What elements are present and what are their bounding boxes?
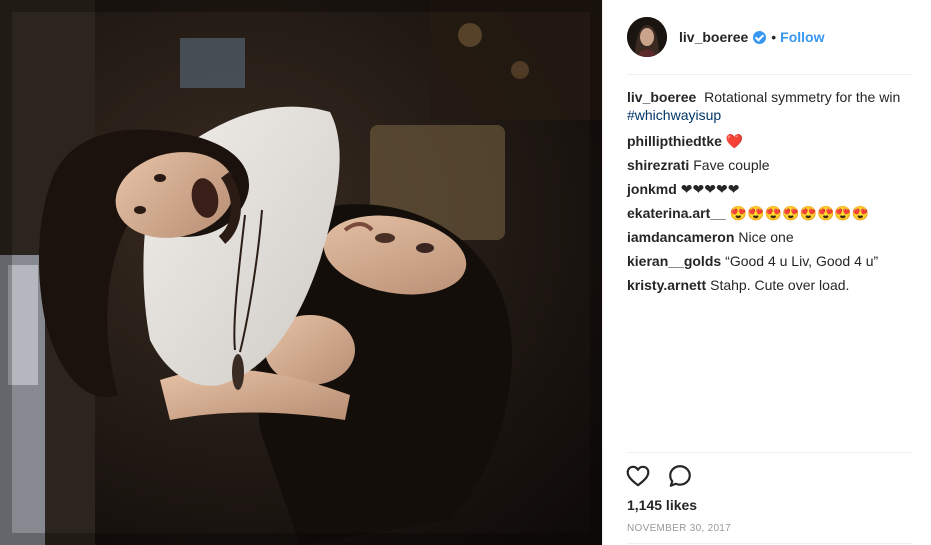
header-divider xyxy=(627,74,913,75)
comment-username[interactable]: iamdancameron xyxy=(627,229,734,245)
action-bar xyxy=(625,463,693,489)
caption-hashtag[interactable]: #whichwayisup xyxy=(627,107,721,123)
follow-button[interactable]: Follow xyxy=(780,29,824,45)
caption-username[interactable]: liv_boeree xyxy=(627,89,696,105)
caption: liv_boeree Rotational symmetry for the w… xyxy=(627,88,913,124)
post-sidebar: liv_boeree • Follow liv_boeree Rotationa… xyxy=(602,0,931,545)
comment-text: ❤❤❤❤❤ xyxy=(680,181,740,197)
post-photo[interactable] xyxy=(0,0,602,545)
header-username[interactable]: liv_boeree xyxy=(679,29,748,45)
post-header: liv_boeree • Follow xyxy=(603,0,913,74)
comment-text: Nice one xyxy=(738,229,794,245)
photo-illustration xyxy=(0,0,602,545)
actions-divider xyxy=(627,452,913,453)
comment-text: 😍😍😍😍😍😍😍😍 xyxy=(729,205,870,221)
avatar-image xyxy=(627,17,667,57)
header-separator: • xyxy=(771,29,777,45)
comment-item: kieran__golds “Good 4 u Liv, Good 4 u” xyxy=(627,252,913,270)
comment-item: jonkmd ❤❤❤❤❤ xyxy=(627,180,913,198)
comment-text: “Good 4 u Liv, Good 4 u” xyxy=(725,253,879,269)
comment-username[interactable]: jonkmd xyxy=(627,181,677,197)
comment-username[interactable]: shirezrati xyxy=(627,157,689,173)
comment-item: ekaterina.art__ 😍😍😍😍😍😍😍😍 xyxy=(627,204,913,222)
comment-text: Stahp. Cute over load. xyxy=(710,277,850,293)
heart-outline-icon[interactable] xyxy=(625,463,651,489)
comment-item: phillipthiedtke ❤️ xyxy=(627,132,913,150)
post-date[interactable]: NOVEMBER 30, 2017 xyxy=(627,523,731,534)
speech-bubble-icon[interactable] xyxy=(667,463,693,489)
comment-username[interactable]: kristy.arnett xyxy=(627,277,706,293)
comment-username[interactable]: phillipthiedtke xyxy=(627,133,722,149)
verified-badge-icon xyxy=(753,30,767,44)
comments-list: liv_boeree Rotational symmetry for the w… xyxy=(627,88,913,300)
comment-item: kristy.arnett Stahp. Cute over load. xyxy=(627,276,913,294)
comment-text: Fave couple xyxy=(693,157,770,173)
avatar[interactable] xyxy=(627,17,667,57)
comment-text: ❤️ xyxy=(725,133,744,149)
footer-divider xyxy=(627,543,913,544)
comment-username[interactable]: kieran__golds xyxy=(627,253,721,269)
comment-item: iamdancameron Nice one xyxy=(627,228,913,246)
caption-text: Rotational symmetry for the win xyxy=(704,89,901,105)
comment-username[interactable]: ekaterina.art__ xyxy=(627,205,726,221)
comment-item: shirezrati Fave couple xyxy=(627,156,913,174)
like-count[interactable]: 1,145 likes xyxy=(627,497,697,513)
